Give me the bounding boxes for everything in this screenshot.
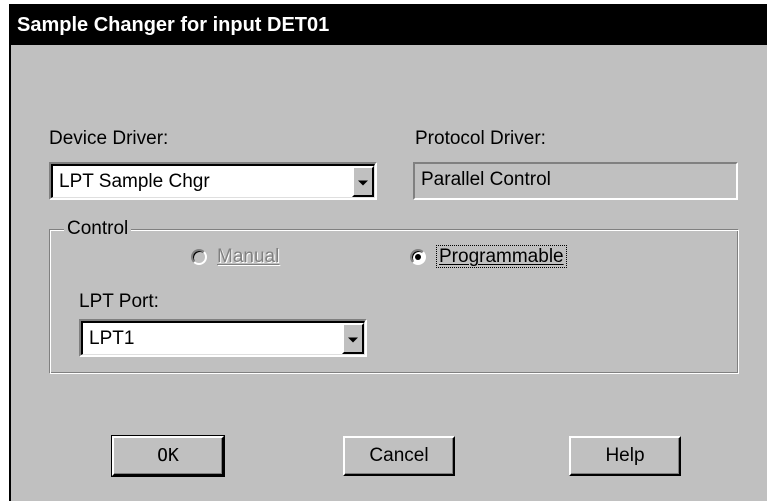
cancel-button-label: Cancel <box>369 445 429 466</box>
device-driver-dropdown-button[interactable] <box>352 166 374 197</box>
device-driver-dropdown[interactable]: LPT Sample Chgr <box>49 162 377 200</box>
programmable-radio-label: Programmable <box>436 245 567 268</box>
help-button-label: Help <box>605 445 645 466</box>
lpt-port-dropdown[interactable]: LPT1 <box>79 319 367 357</box>
cancel-button[interactable]: Cancel <box>343 436 455 476</box>
protocol-driver-field: Parallel Control <box>413 162 738 200</box>
protocol-driver-label: Protocol Driver: <box>415 128 546 149</box>
device-driver-value: LPT Sample Chgr <box>59 171 210 192</box>
manual-radio[interactable] <box>191 249 207 265</box>
window-title: Sample Changer for input DET01 <box>11 6 767 45</box>
ok-button[interactable]: OK <box>111 435 225 477</box>
help-button[interactable]: Help <box>569 436 681 476</box>
ok-button-label: OK <box>157 445 179 466</box>
chevron-down-icon <box>358 180 368 185</box>
programmable-radio[interactable] <box>410 249 426 265</box>
manual-radio-label: Manual <box>217 246 280 267</box>
device-driver-label: Device Driver: <box>49 128 169 149</box>
control-group-label: Control <box>64 218 132 240</box>
chevron-down-icon <box>348 337 358 342</box>
lpt-port-value: LPT1 <box>89 328 135 349</box>
protocol-driver-value: Parallel Control <box>421 169 551 190</box>
lpt-port-dropdown-button[interactable] <box>342 323 364 354</box>
sample-changer-dialog: Sample Changer for input DET01 Device Dr… <box>9 4 767 501</box>
lpt-port-label: LPT Port: <box>79 291 159 312</box>
radio-selected-dot <box>415 254 421 260</box>
